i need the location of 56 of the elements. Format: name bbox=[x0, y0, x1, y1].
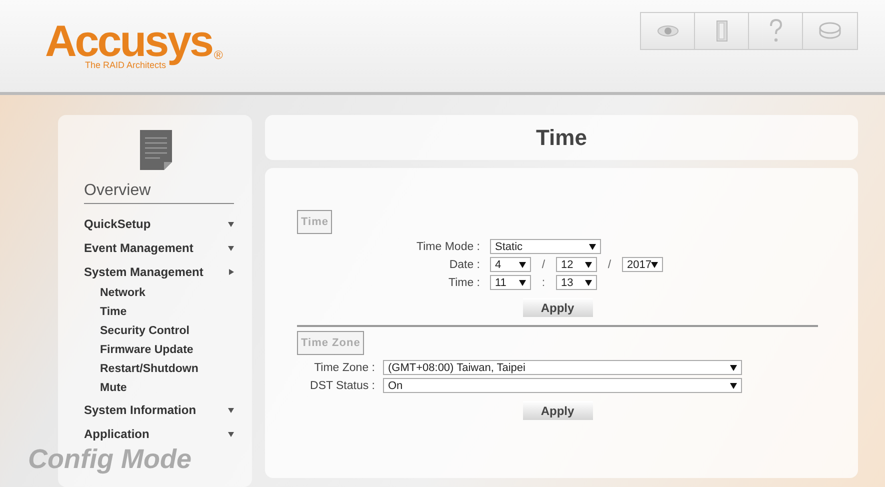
submenu-item[interactable]: Restart/Shutdown bbox=[84, 360, 234, 379]
menu-item[interactable]: System Information bbox=[84, 398, 234, 422]
dropdown-arrow-icon bbox=[589, 244, 596, 250]
caret-down-icon bbox=[228, 222, 234, 226]
dropdown-arrow-icon bbox=[585, 262, 592, 268]
dropdown-arrow-icon bbox=[730, 364, 737, 370]
field-label: Time Mode : bbox=[416, 240, 481, 252]
separator: / bbox=[606, 258, 612, 270]
menu-item[interactable]: Event Management bbox=[84, 236, 234, 260]
eye-icon bbox=[656, 25, 678, 37]
submenu-item[interactable]: Security Control bbox=[84, 322, 234, 341]
field-label: DST Status : bbox=[309, 380, 376, 392]
dropdown-field[interactable]: On bbox=[383, 378, 742, 393]
separator: / bbox=[540, 258, 546, 270]
disk-icon bbox=[818, 21, 842, 41]
dropdown-field[interactable]: 2017 bbox=[622, 257, 663, 272]
dropdown-arrow-icon bbox=[585, 280, 592, 286]
menu-item[interactable]: Application bbox=[84, 422, 234, 446]
mode-label: Config Mode bbox=[28, 444, 192, 475]
toolbar-button[interactable] bbox=[749, 13, 803, 49]
toolbar-button[interactable] bbox=[695, 13, 749, 49]
apply-button[interactable]: Apply bbox=[522, 298, 592, 317]
dropdown-field[interactable]: (GMT+08:00) Taiwan, Taipei bbox=[383, 360, 742, 375]
toolbar-button[interactable] bbox=[641, 13, 695, 49]
caret-down-icon bbox=[228, 408, 234, 412]
dropdown-arrow-icon bbox=[651, 262, 658, 268]
apply-button[interactable]: Apply bbox=[522, 401, 592, 420]
submenu-item[interactable]: Mute bbox=[84, 379, 234, 398]
document-icon bbox=[140, 130, 172, 170]
caret-right-icon bbox=[229, 269, 234, 275]
menu-item[interactable]: System Management bbox=[84, 260, 234, 284]
dropdown-field[interactable]: 4 bbox=[490, 257, 531, 272]
separator: : bbox=[540, 276, 546, 288]
dropdown-field[interactable]: 12 bbox=[556, 257, 597, 272]
dropdown-arrow-icon bbox=[519, 262, 526, 268]
caret-down-icon bbox=[228, 246, 234, 250]
field-label: Time : bbox=[447, 276, 481, 288]
door-icon bbox=[716, 20, 728, 42]
dropdown-arrow-icon bbox=[730, 382, 737, 388]
section-legend: Time Zone bbox=[297, 331, 364, 355]
submenu-item[interactable]: Time bbox=[84, 303, 234, 322]
registered-mark: ® bbox=[214, 48, 223, 62]
section-legend: Time bbox=[297, 210, 332, 234]
field-label: Date : bbox=[448, 258, 481, 270]
submenu-item[interactable]: Network bbox=[84, 284, 234, 303]
dropdown-field[interactable]: 13 bbox=[556, 275, 597, 290]
help-icon bbox=[768, 19, 782, 43]
dropdown-field[interactable]: 11 bbox=[490, 275, 531, 290]
page-title: Time bbox=[265, 115, 858, 160]
submenu-item[interactable]: Firmware Update bbox=[84, 341, 234, 360]
field-label: Time Zone : bbox=[313, 362, 376, 374]
dropdown-arrow-icon bbox=[519, 280, 526, 286]
caret-down-icon bbox=[228, 432, 234, 436]
dropdown-field[interactable]: Static bbox=[490, 239, 601, 254]
menu-item[interactable]: QuickSetup bbox=[84, 212, 234, 236]
overview-heading: Overview bbox=[84, 182, 234, 204]
